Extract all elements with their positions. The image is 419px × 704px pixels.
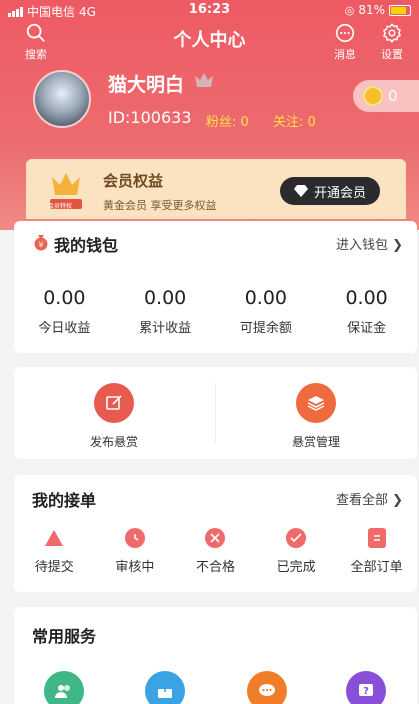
vip-title: 会员权益 xyxy=(103,172,164,190)
view-all-link[interactable]: 查看全部 ❯ xyxy=(336,489,403,508)
messages-button[interactable]: 消息 xyxy=(325,22,365,62)
wallet-title: 我的钱包 xyxy=(54,236,119,255)
orders-title: 我的接单 xyxy=(32,491,97,510)
enter-wallet-link[interactable]: 进入钱包 ❯ xyxy=(336,234,403,253)
wallet-value: 0.00 xyxy=(43,287,86,309)
wallet-value: 0.00 xyxy=(244,287,288,309)
battery-percent: 81% xyxy=(358,3,385,17)
order-label: 待提交 xyxy=(34,560,74,575)
header: 中国电信 4G 16:23 ◎ 81% 搜索 个人中心 消息 设置 猫大明白 I… xyxy=(0,0,419,230)
open-vip-button[interactable]: 开通会员 xyxy=(280,177,380,205)
user-id: ID:100633 xyxy=(108,108,192,127)
help-icon[interactable]: ? xyxy=(346,671,386,704)
svg-text:?: ? xyxy=(363,686,369,697)
open-vip-label: 开通会员 xyxy=(313,185,366,201)
settings-button[interactable]: 设置 xyxy=(372,22,412,62)
wallet-item-withdrawable[interactable]: 0.00 可提余额 xyxy=(216,287,317,336)
list-icon xyxy=(367,528,386,548)
wallet-label: 累计收益 xyxy=(139,321,192,336)
chat-bubble-icon xyxy=(335,23,355,43)
follow-count[interactable]: 关注: 0 xyxy=(273,111,316,130)
chevron-right-icon: ❯ xyxy=(392,238,403,253)
check-icon xyxy=(286,528,307,548)
warning-icon xyxy=(44,528,64,548)
fans-count[interactable]: 粉丝: 0 xyxy=(206,111,249,130)
coin-balance[interactable]: 0 xyxy=(353,80,419,112)
vip-subtitle: 黄金会员 享受更多权益 xyxy=(103,199,217,212)
order-label: 不合格 xyxy=(195,560,235,575)
order-label: 审核中 xyxy=(115,560,155,575)
share-icon[interactable] xyxy=(145,671,185,704)
avatar[interactable] xyxy=(33,70,91,128)
coin-icon xyxy=(363,86,383,106)
wallet-value: 0.00 xyxy=(345,287,388,309)
chevron-right-icon: ❯ xyxy=(392,493,403,508)
svg-text:¥: ¥ xyxy=(38,241,43,250)
vip-banner[interactable]: 会员特权 会员权益 黄金会员 享受更多权益 开通会员 xyxy=(26,159,406,219)
x-icon xyxy=(205,528,226,548)
wallet-label: 可提余额 xyxy=(239,321,292,336)
alarm-icon: ◎ xyxy=(344,3,355,17)
edit-icon xyxy=(94,383,134,423)
order-pending-submit[interactable]: 待提交 xyxy=(14,528,95,575)
username: 猫大明白 xyxy=(108,74,185,96)
wallet-item-today[interactable]: 0.00 今日收益 xyxy=(14,287,115,336)
order-completed[interactable]: 已完成 xyxy=(256,528,337,575)
orders-card: 我的接单 查看全部 ❯ 待提交 审核中 不合格 已完成 全部订单 xyxy=(14,475,417,592)
users-icon[interactable] xyxy=(44,671,84,704)
enter-wallet-label: 进入钱包 xyxy=(335,238,388,253)
battery-icon xyxy=(389,4,411,16)
wallet-stats: 0.00 今日收益 0.00 累计收益 0.00 可提余额 0.00 保证金 xyxy=(14,287,417,336)
settings-label: 设置 xyxy=(381,48,403,61)
wallet-label: 保证金 xyxy=(347,321,387,336)
services-card: 常用服务 ? xyxy=(14,607,417,704)
reward-manage-button[interactable]: 悬赏管理 xyxy=(216,383,416,450)
view-all-label: 查看全部 xyxy=(335,493,388,508)
clock-icon xyxy=(124,528,145,548)
order-reviewing[interactable]: 审核中 xyxy=(95,528,176,575)
publish-card: 发布悬赏 悬赏管理 xyxy=(14,367,417,459)
coin-count: 0 xyxy=(388,87,398,105)
gear-icon xyxy=(382,23,402,43)
services-title: 常用服务 xyxy=(32,627,97,646)
order-all[interactable]: 全部订单 xyxy=(336,528,417,575)
order-label: 全部订单 xyxy=(350,560,403,575)
wallet-item-deposit[interactable]: 0.00 保证金 xyxy=(316,287,417,336)
order-failed[interactable]: 不合格 xyxy=(175,528,256,575)
publish-reward-label: 发布悬赏 xyxy=(89,435,138,449)
crown-icon xyxy=(195,73,213,87)
wallet-value: 0.00 xyxy=(143,287,187,309)
order-label: 已完成 xyxy=(276,560,316,575)
order-status-row: 待提交 审核中 不合格 已完成 全部订单 xyxy=(14,528,417,575)
layers-icon xyxy=(296,383,336,423)
wallet-icon: ¥ xyxy=(34,235,48,251)
reward-manage-label: 悬赏管理 xyxy=(291,435,340,449)
publish-reward-button[interactable]: 发布悬赏 xyxy=(14,383,214,450)
wallet-card: ¥ 我的钱包 进入钱包 ❯ 0.00 今日收益 0.00 累计收益 0.00 可提余额… xyxy=(14,221,417,353)
chat-icon[interactable] xyxy=(247,671,287,704)
status-bar: 中国电信 4G 16:23 ◎ 81% xyxy=(0,0,419,20)
vip-crown-caption: 会员特权 xyxy=(48,203,73,210)
wallet-item-total[interactable]: 0.00 累计收益 xyxy=(115,287,216,336)
wallet-label: 今日收益 xyxy=(38,321,91,336)
messages-label: 消息 xyxy=(334,48,356,61)
diamond-icon xyxy=(293,185,308,197)
